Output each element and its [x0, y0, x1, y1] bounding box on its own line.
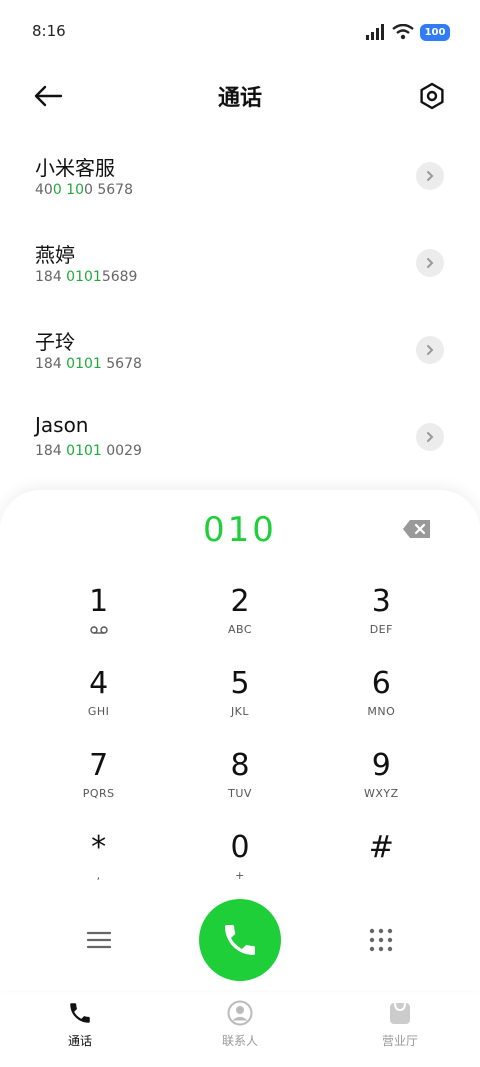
key-4[interactable]: 4 GHI — [28, 667, 169, 725]
chevron-right-icon — [427, 258, 434, 268]
phone-icon — [225, 925, 255, 955]
settings-icon — [420, 82, 444, 110]
key-digit: 6 — [371, 666, 391, 701]
hamburger-icon — [87, 931, 111, 949]
key-letters: WXYZ — [363, 787, 399, 800]
keypad: 1 2 ABC 3 DEF 4 GHI 5 JKL 6 MNO 7 PQRS 8… — [28, 585, 452, 889]
contact-name: 子玲 — [35, 330, 75, 354]
contact-number: 184 0101 0029 — [35, 443, 142, 459]
contact-item[interactable]: 燕婷 184 01015689 — [0, 227, 480, 314]
wifi-icon — [392, 24, 414, 40]
key-8[interactable]: 8 TUV — [169, 749, 310, 807]
contact-number: 184 01015689 — [35, 269, 138, 285]
key-3[interactable]: 3 DEF — [311, 585, 452, 643]
chevron-right-icon — [427, 432, 434, 442]
key-digit: 7 — [89, 748, 109, 783]
key-digit: 5 — [230, 666, 250, 701]
key-digit: * — [91, 830, 107, 865]
contacts-icon — [227, 1000, 253, 1026]
key-1[interactable]: 1 — [28, 585, 169, 643]
menu-button[interactable] — [82, 923, 116, 957]
nav-contacts[interactable]: 联系人 — [160, 990, 320, 1067]
battery-level: 100 — [424, 26, 446, 38]
phone-icon — [70, 1003, 90, 1023]
status-icons: 100 — [366, 22, 450, 42]
key-digit: 2 — [230, 584, 250, 619]
backspace-icon — [403, 520, 430, 538]
status-time: 8:16 — [32, 22, 66, 40]
contact-item[interactable]: Jason 184 0101 0029 — [0, 401, 480, 488]
nav-label: 营业厅 — [381, 1034, 418, 1048]
contact-name: 小米客服 — [35, 156, 115, 180]
key-6[interactable]: 6 MNO — [311, 667, 452, 725]
key-letters: MNO — [367, 705, 396, 718]
key-digit: 3 — [371, 584, 391, 619]
key-letters: GHI — [87, 705, 110, 718]
header: 通话 — [0, 70, 480, 120]
contact-results-list: 小米客服 400 100 5678 燕婷 184 01015689 子玲 184… — [0, 140, 480, 488]
key-digit: 8 — [230, 748, 250, 783]
page-title: 通话 — [217, 86, 262, 111]
dialer-actions — [0, 899, 480, 981]
nav-label: 通话 — [67, 1034, 92, 1048]
key-7[interactable]: 7 PQRS — [28, 749, 169, 807]
bottom-nav: 通话 联系人 营业厅 — [0, 990, 480, 1067]
contact-item[interactable]: 小米客服 400 100 5678 — [0, 140, 480, 227]
shopping-bag-icon — [390, 1002, 410, 1024]
contact-detail-button[interactable] — [416, 423, 444, 451]
key-letters: ABC — [227, 623, 253, 636]
contact-detail-button[interactable] — [416, 162, 444, 190]
nav-calls[interactable]: 通话 — [0, 990, 160, 1067]
contact-number: 184 0101 5678 — [35, 356, 142, 372]
battery-icon: 100 — [420, 23, 450, 41]
status-bar: 8:16 100 — [0, 0, 480, 60]
dialer-panel: 010 1 2 ABC 3 DEF 4 GHI 5 JKL 6 MNO 7 PQ… — [0, 490, 480, 990]
key-digit: 9 — [371, 748, 391, 783]
contact-detail-button[interactable] — [416, 336, 444, 364]
key-hash[interactable]: # — [311, 831, 452, 889]
backspace-button[interactable] — [402, 518, 432, 540]
key-star[interactable]: * , — [28, 831, 169, 889]
chevron-right-icon — [427, 345, 434, 355]
key-letters: TUV — [228, 787, 252, 800]
dialpad-icon — [369, 928, 393, 952]
key-letters: + — [235, 869, 245, 882]
voicemail-icon — [89, 626, 108, 634]
contact-number: 400 100 5678 — [35, 182, 133, 198]
key-digit: 0 — [230, 830, 250, 865]
chevron-right-icon — [427, 171, 434, 181]
key-letters: , — [96, 869, 101, 882]
key-0[interactable]: 0 + — [169, 831, 310, 889]
nav-service-hall[interactable]: 营业厅 — [320, 990, 480, 1067]
key-9[interactable]: 9 WXYZ — [311, 749, 452, 807]
call-button[interactable] — [199, 899, 281, 981]
settings-button[interactable] — [414, 78, 450, 114]
key-letters: PQRS — [82, 787, 115, 800]
key-2[interactable]: 2 ABC — [169, 585, 310, 643]
keypad-toggle-button[interactable] — [364, 923, 398, 957]
key-digit: # — [368, 830, 394, 865]
contact-item[interactable]: 子玲 184 0101 5678 — [0, 314, 480, 401]
signal-icon — [366, 24, 384, 40]
key-5[interactable]: 5 JKL — [169, 667, 310, 725]
key-digit: 4 — [89, 666, 109, 701]
key-digit: 1 — [89, 584, 109, 619]
key-letters: JKL — [230, 705, 250, 718]
contact-name: Jason — [35, 413, 89, 437]
contact-name: 燕婷 — [35, 243, 75, 267]
nav-label: 联系人 — [221, 1034, 258, 1048]
contact-detail-button[interactable] — [416, 249, 444, 277]
key-letters: DEF — [369, 623, 393, 636]
